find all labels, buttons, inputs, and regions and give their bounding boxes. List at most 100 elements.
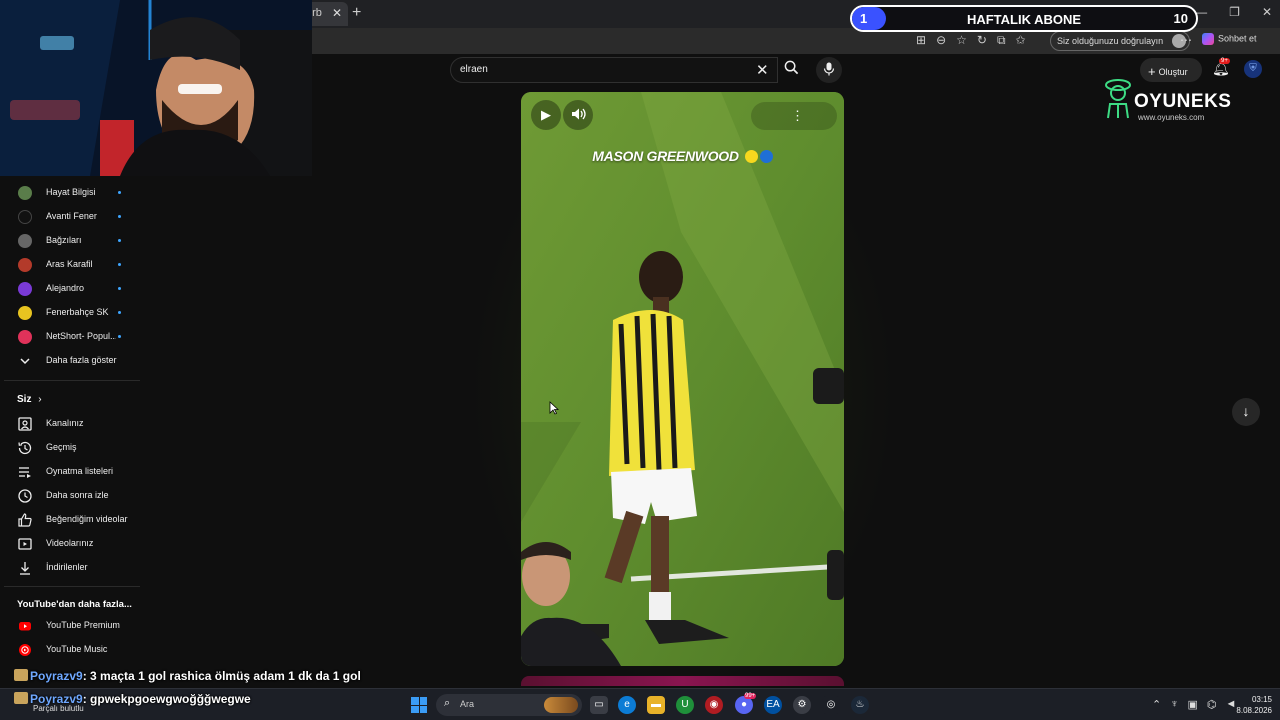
you-heading-label: Siz bbox=[17, 394, 32, 405]
system-clock[interactable]: 03:15 8.08.2026 bbox=[1226, 694, 1272, 716]
microphone-icon[interactable]: ♆ bbox=[1170, 698, 1178, 711]
steam-icon[interactable]: ♨ bbox=[851, 696, 869, 714]
account-avatar[interactable]: ⛨ bbox=[1244, 60, 1262, 78]
sidebar-item-liked-videos[interactable]: Beğendiğim videolar bbox=[0, 509, 140, 531]
favorites-icon[interactable]: ✩ bbox=[1016, 33, 1026, 48]
microphone-icon bbox=[823, 62, 835, 76]
volume-button[interactable] bbox=[563, 100, 593, 130]
sidebar-item-your-videos[interactable]: Videolarınız bbox=[0, 533, 140, 555]
play-button[interactable]: ▶ bbox=[531, 100, 561, 130]
refresh-extension-icon[interactable]: ↻ bbox=[977, 33, 987, 48]
channel-avatar bbox=[18, 330, 32, 344]
more-options-button[interactable]: ⋮ bbox=[751, 102, 837, 130]
sidebar-item-downloads[interactable]: İndirilenler bbox=[0, 557, 140, 579]
subscription-item[interactable]: NetShort- Popul... bbox=[0, 326, 140, 348]
youtube-music-icon bbox=[19, 644, 31, 656]
clock-time: 03:15 bbox=[1251, 695, 1272, 704]
subscription-item[interactable]: Alejandro bbox=[0, 278, 140, 300]
start-button[interactable] bbox=[411, 697, 427, 713]
sidebar-item-youtube-music[interactable]: YouTube Music bbox=[0, 639, 140, 661]
subscription-item[interactable]: Aras Karafil bbox=[0, 254, 140, 276]
sidebar-item-label: Kanalınız bbox=[46, 418, 84, 428]
watch-later-icon bbox=[18, 489, 32, 503]
subscription-item[interactable]: Fenerbahçe SK bbox=[0, 302, 140, 324]
verify-identity-button[interactable]: Siz olduğunuzu doğrulayın bbox=[1050, 31, 1191, 51]
taskbar-search-placeholder: Ara bbox=[460, 699, 475, 709]
next-video-button[interactable]: ↓ bbox=[1232, 398, 1260, 426]
weather-widget[interactable]: Parçalı bulutlu bbox=[33, 704, 84, 713]
sidebar-item-youtube-premium[interactable]: YouTube Premium bbox=[0, 615, 140, 637]
short-video-frame bbox=[521, 92, 844, 666]
goal-target: 10 bbox=[1173, 11, 1188, 26]
channel-name: Aras Karafil bbox=[46, 259, 93, 269]
chat-username: Poyrazv9 bbox=[30, 669, 83, 683]
app-icon[interactable]: ◎ bbox=[822, 696, 840, 714]
new-content-dot bbox=[118, 215, 121, 218]
channel-avatar bbox=[18, 258, 32, 272]
tab-close-icon[interactable]: ✕ bbox=[332, 6, 342, 20]
sidebar-divider bbox=[4, 586, 140, 587]
search-value: elraen bbox=[460, 64, 488, 75]
split-screen-icon[interactable]: ⊞ bbox=[916, 33, 926, 48]
logo-name: OYUNEKS bbox=[1134, 91, 1232, 112]
chevron-down-icon bbox=[20, 358, 30, 365]
webcam-image bbox=[0, 0, 312, 176]
channel-avatar bbox=[18, 306, 32, 320]
ea-app-icon[interactable]: EA bbox=[764, 696, 782, 714]
clear-search-icon[interactable]: ✕ bbox=[756, 61, 769, 79]
create-label: Oluştur bbox=[1158, 67, 1188, 77]
sidebar-item-history[interactable]: Geçmiş bbox=[0, 437, 140, 459]
sidebar-item-label: Geçmiş bbox=[46, 442, 77, 452]
search-button[interactable] bbox=[778, 57, 804, 83]
voice-search-button[interactable] bbox=[816, 57, 842, 83]
taskbar-search[interactable]: ⌕ Ara bbox=[436, 694, 582, 716]
file-explorer-icon[interactable]: ▬ bbox=[647, 696, 665, 714]
sidebar-item-your-channel[interactable]: Kanalınız bbox=[0, 413, 140, 435]
restore-button[interactable]: ❐ bbox=[1229, 5, 1240, 19]
chat-text: : gpwekpgoewgwoğğğwegwe bbox=[82, 692, 251, 706]
logo-url: www.oyuneks.com bbox=[1138, 113, 1205, 122]
short-caption: MASON GREENWOOD bbox=[521, 148, 844, 164]
new-content-dot bbox=[118, 191, 121, 194]
browser-menu-icon[interactable]: ⋯ bbox=[1180, 33, 1192, 47]
network-icon[interactable]: ⌬ bbox=[1207, 698, 1217, 711]
yellow-circle-emoji bbox=[744, 150, 758, 163]
sidebar-item-playlists[interactable]: Oynatma listeleri bbox=[0, 461, 140, 483]
sidebar-item-label: İndirilenler bbox=[46, 562, 88, 572]
notifications-button[interactable]: 🔔︎ 9+ bbox=[1212, 58, 1230, 77]
sidebar-item-label: Daha sonra izle bbox=[46, 490, 109, 500]
close-window-button[interactable]: ✕ bbox=[1262, 5, 1272, 19]
zoom-icon[interactable]: ⊖ bbox=[936, 33, 946, 48]
channel-name: Avanti Fener bbox=[46, 211, 97, 221]
favorite-star-icon[interactable]: ☆ bbox=[956, 33, 967, 48]
chat-text: : 3 maçta 1 gol rashica ölmüş adam 1 dk … bbox=[82, 669, 361, 683]
app-icon[interactable]: U bbox=[676, 696, 694, 714]
search-icon bbox=[784, 60, 798, 75]
new-content-dot bbox=[118, 239, 121, 242]
app-icon[interactable]: ◉ bbox=[705, 696, 723, 714]
new-tab-button[interactable]: + bbox=[352, 4, 361, 22]
new-content-dot bbox=[118, 335, 121, 338]
youtube-premium-icon bbox=[19, 622, 31, 631]
copilot-chat-button[interactable]: Sohbet et bbox=[1202, 33, 1257, 45]
display-icon[interactable]: ▣ bbox=[1187, 698, 1197, 711]
notification-badge: 9+ bbox=[1219, 58, 1230, 64]
chat-message: Poyrazv9: 3 maçta 1 gol rashica ölmüş ad… bbox=[14, 669, 361, 683]
subscription-item[interactable]: Avanti Fener bbox=[0, 206, 140, 228]
new-content-dot bbox=[118, 287, 121, 290]
chevron-right-icon: › bbox=[38, 394, 42, 405]
show-more-button[interactable]: Daha fazla göster bbox=[0, 350, 140, 372]
edge-browser-icon[interactable]: e bbox=[618, 696, 636, 714]
sidebar-item-watch-later[interactable]: Daha sonra izle bbox=[0, 485, 140, 507]
subscription-item[interactable]: Bağzıları bbox=[0, 230, 140, 252]
subscription-item[interactable]: Hayat Bilgisi bbox=[0, 182, 140, 204]
app-icon[interactable]: ⚙ bbox=[793, 696, 811, 714]
shorts-player[interactable]: ▶ ⋮ MASON GREENWOOD bbox=[521, 92, 844, 666]
search-input[interactable]: elraen ✕ bbox=[450, 57, 778, 83]
extension-icon[interactable]: ⧉ bbox=[997, 33, 1006, 48]
chevron-up-icon[interactable]: ⌃ bbox=[1152, 698, 1161, 711]
task-view-icon[interactable]: ▭ bbox=[590, 696, 608, 714]
you-section-heading[interactable]: Siz › bbox=[17, 394, 42, 405]
channel-name: Bağzıları bbox=[46, 235, 82, 245]
next-short-preview[interactable] bbox=[521, 676, 844, 686]
